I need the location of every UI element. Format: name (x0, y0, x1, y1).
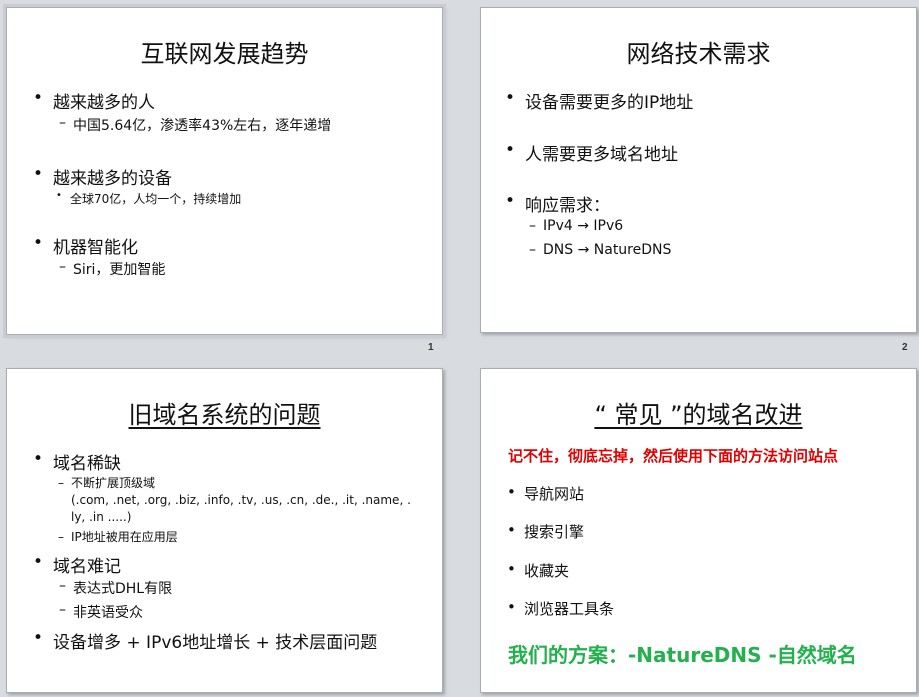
bullet-level2: DNS → NatureDNS (529, 242, 671, 258)
bullet-level1: 越来越多的设备 (33, 164, 172, 189)
bullet-level2: IPv4 → IPv6 (529, 218, 623, 234)
bullet-item: 浏览器工具条 (507, 598, 614, 619)
bullet-level1: 域名稀缺 (33, 449, 121, 474)
slide-number: 2 (902, 342, 908, 353)
bullet-level1: 域名难记 (33, 552, 121, 577)
bullet-level2: Siri，更加智能 (59, 259, 165, 279)
slide-title: “ 常见 ”的域名改进 (594, 401, 803, 429)
bullet-level2: 表达式DHL有限 (59, 578, 172, 598)
bullet-item: 收藏夹 (507, 560, 569, 581)
slide-thumbnail-1[interactable]: 互联网发展趋势 越来越多的人 中国5.64亿，渗透率43%左右，逐年递增 越来越… (3, 4, 446, 338)
bullet-level1: 响应需求： (505, 191, 610, 216)
slide-thumbnail-3[interactable]: 旧域名系统的问题 域名稀缺 不断扩展顶级域 (.com, .net, .org,… (6, 368, 443, 693)
slide-title: 互联网发展趋势 (140, 40, 309, 68)
bullet-level1: 机器智能化 (33, 233, 138, 258)
bullet-level1: 越来越多的人 (33, 88, 155, 113)
highlight-red-text: 记不住，彻底忘掉，然后使用下面的方法访问站点 (508, 447, 839, 465)
bullet-level2: 不断扩展顶级域 (58, 475, 155, 492)
bullet-level2-continuation: ly, .in .....) (71, 510, 132, 524)
bullet-item: 搜索引擎 (507, 521, 584, 542)
bullet-level1: 设备需要更多的IP地址 (505, 88, 693, 113)
bullet-level1: 设备增多 + IPv6地址增长 + 技术层面问题 (33, 628, 377, 653)
slide-title: 网络技术需求 (626, 40, 771, 68)
bullet-level2: 中国5.64亿，渗透率43%左右，逐年递增 (59, 115, 331, 135)
bullet-level1: 人需要更多域名地址 (505, 140, 678, 165)
bullet-level2: 全球70亿，人均一个，持续增加 (56, 190, 241, 207)
slide-number: 1 (428, 342, 434, 353)
slide-title: 旧域名系统的问题 (128, 401, 321, 429)
bullet-level2: 非英语受众 (59, 602, 143, 622)
slide-thumbnail-2[interactable]: 网络技术需求 设备需要更多的IP地址 人需要更多域名地址 响应需求： IPv4 … (480, 7, 917, 333)
slide-thumbnail-4[interactable]: “ 常见 ”的域名改进 记不住，彻底忘掉，然后使用下面的方法访问站点 导航网站 … (480, 368, 917, 693)
bullet-item: 导航网站 (507, 483, 584, 504)
bullet-level2: IP地址被用在应用层 (58, 529, 178, 546)
highlight-green-text: 我们的方案：-NatureDNS -自然域名 (508, 643, 857, 667)
bullet-level2-continuation: (.com, .net, .org, .biz, .info, .tv, .us… (71, 493, 411, 507)
